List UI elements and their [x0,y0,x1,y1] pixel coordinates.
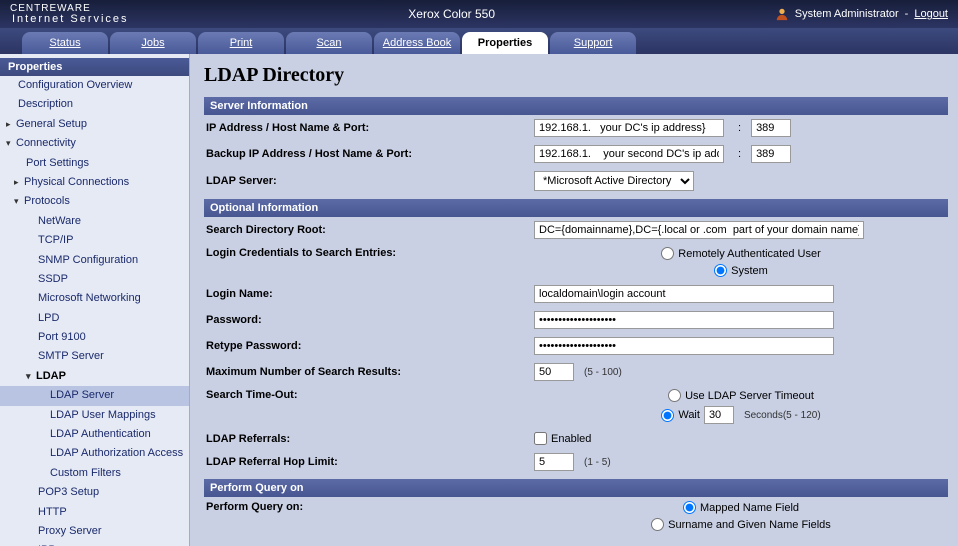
radio-mapped-name[interactable] [683,501,696,514]
retype-password-input[interactable] [534,337,834,355]
password-input[interactable] [534,311,834,329]
sidebar-item-general-setup[interactable]: General Setup [0,115,189,134]
max-results-input[interactable] [534,363,574,381]
sidebar-item-description[interactable]: Description [0,95,189,114]
radio-surname-given[interactable] [651,518,664,531]
label-login-credentials: Login Credentials to Search Entries: [204,247,534,259]
tab-address-book[interactable]: Address Book [374,32,460,54]
backup-port-input[interactable] [751,145,791,163]
sidebar-item-http[interactable]: HTTP [0,503,189,522]
radio-label-surname: Surname and Given Name Fields [668,519,831,531]
hop-limit-input[interactable] [534,453,574,471]
label-search-root: Search Directory Root: [204,224,534,236]
sidebar-item-ipp[interactable]: IPP [0,541,189,546]
tab-bar: Status Jobs Print Scan Address Book Prop… [0,28,958,54]
sidebar-item-protocols[interactable]: Protocols [0,192,189,211]
sidebar-item-proxy[interactable]: Proxy Server [0,522,189,541]
label-ip: IP Address / Host Name & Port: [204,122,534,134]
user-label: System Administrator [795,8,899,20]
radio-remote-user[interactable] [661,247,674,260]
sidebar-item-snmp[interactable]: SNMP Configuration [0,251,189,270]
label-hop-limit: LDAP Referral Hop Limit: [204,456,534,468]
sidebar-item-smtp[interactable]: SMTP Server [0,347,189,366]
wait-seconds-input[interactable] [704,406,734,424]
user-icon [775,7,789,21]
page-title: LDAP Directory [204,64,948,87]
sidebar-item-msnet[interactable]: Microsoft Networking [0,289,189,308]
content: LDAP Directory Server Information IP Add… [190,54,958,546]
sidebar-item-ldap-server[interactable]: LDAP Server [0,386,189,405]
sidebar-item-pop3[interactable]: POP3 Setup [0,483,189,502]
section-optional-info: Optional Information [204,199,948,217]
sidebar-item-ldap-authorization[interactable]: LDAP Authorization Access [0,444,189,463]
label-referrals: LDAP Referrals: [204,433,534,445]
tab-support[interactable]: Support [550,32,636,54]
label-perform-query-on: Perform Query on: [204,501,534,513]
sidebar-item-port9100[interactable]: Port 9100 [0,328,189,347]
sidebar-header: Properties [0,58,189,76]
radio-label-remote: Remotely Authenticated User [678,248,820,260]
sidebar-item-ssdp[interactable]: SSDP [0,270,189,289]
brand: CENTREWARE Internet Services [10,4,129,25]
sidebar-item-physical-connections[interactable]: Physical Connections [0,173,189,192]
sidebar-item-netware[interactable]: NetWare [0,212,189,231]
radio-label-use-timeout: Use LDAP Server Timeout [685,390,814,402]
radio-label-system: System [731,265,768,277]
radio-use-ldap-timeout[interactable] [668,389,681,402]
brand-line2: Internet Services [12,14,129,25]
sidebar-item-ldap-mappings[interactable]: LDAP User Mappings [0,406,189,425]
tab-jobs[interactable]: Jobs [110,32,196,54]
user-area: System Administrator - Logout [775,7,948,21]
logout-link[interactable]: Logout [914,8,948,20]
checkbox-label-enabled: Enabled [551,433,591,445]
sidebar-item-config-overview[interactable]: Configuration Overview [0,76,189,95]
sidebar: Properties Configuration Overview Descri… [0,54,190,546]
section-server-info: Server Information [204,97,948,115]
sidebar-item-lpd[interactable]: LPD [0,309,189,328]
sidebar-item-connectivity[interactable]: Connectivity [0,134,189,153]
hint-wait: Seconds(5 - 120) [744,410,821,421]
search-root-input[interactable] [534,221,864,239]
checkbox-referrals-enabled[interactable] [534,432,547,445]
ip-input[interactable] [534,119,724,137]
sidebar-item-custom-filters[interactable]: Custom Filters [0,464,189,483]
label-max-results: Maximum Number of Search Results: [204,366,534,378]
radio-system[interactable] [714,264,727,277]
tab-properties[interactable]: Properties [462,32,548,54]
tab-scan[interactable]: Scan [286,32,372,54]
hint-max-results: (5 - 100) [584,367,622,378]
label-login-name: Login Name: [204,288,534,300]
label-backup-ip: Backup IP Address / Host Name & Port: [204,148,534,160]
sidebar-item-port-settings[interactable]: Port Settings [0,154,189,173]
port-input[interactable] [751,119,791,137]
tab-print[interactable]: Print [198,32,284,54]
radio-label-wait: Wait [678,409,700,421]
sidebar-item-ldap-authentication[interactable]: LDAP Authentication [0,425,189,444]
radio-wait[interactable] [661,409,674,422]
label-ldap-server: LDAP Server: [204,175,534,187]
label-search-timeout: Search Time-Out: [204,389,534,401]
sidebar-item-ldap[interactable]: LDAP [0,367,189,386]
radio-label-mapped: Mapped Name Field [700,502,799,514]
top-bar: CENTREWARE Internet Services Xerox Color… [0,0,958,28]
label-password: Password: [204,314,534,326]
section-perform-query: Perform Query on [204,479,948,497]
sidebar-item-tcpip[interactable]: TCP/IP [0,231,189,250]
backup-ip-input[interactable] [534,145,724,163]
label-retype-password: Retype Password: [204,340,534,352]
ldap-server-select[interactable]: *Microsoft Active Directory [534,171,694,191]
hint-hop: (1 - 5) [584,457,611,468]
brand-line1: CENTREWARE [10,4,129,14]
tab-status[interactable]: Status [22,32,108,54]
login-name-input[interactable] [534,285,834,303]
product-name: Xerox Color 550 [129,7,775,21]
